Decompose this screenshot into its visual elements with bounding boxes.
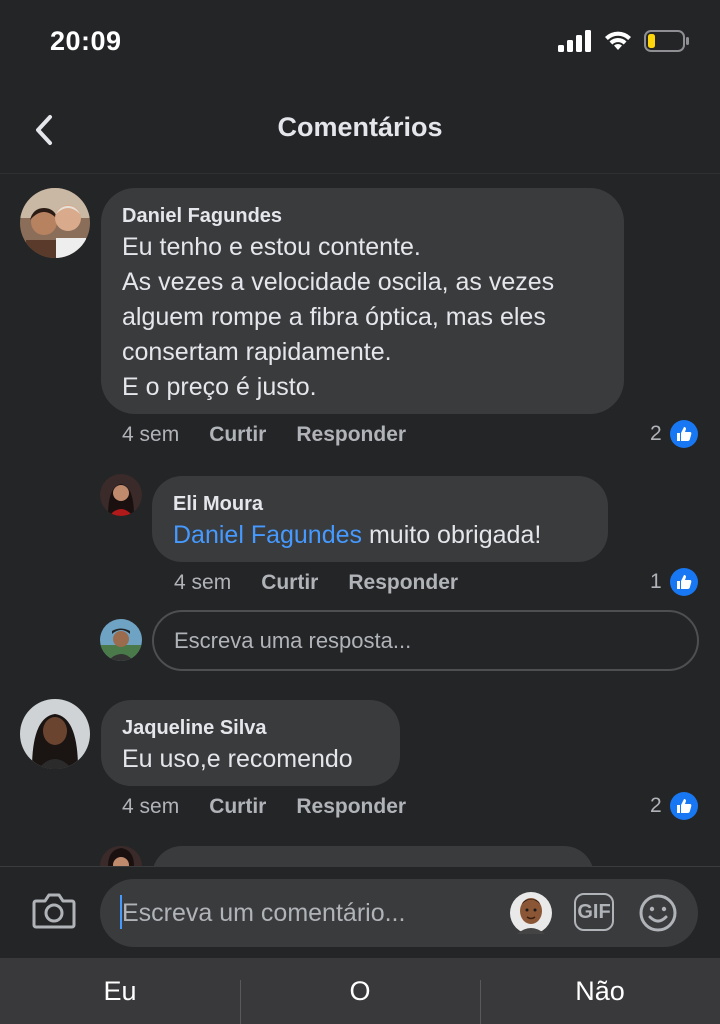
comment-author[interactable]: Jaqueline Silva — [122, 714, 379, 742]
suggestion-item[interactable]: Eu — [0, 958, 240, 1024]
keyboard-suggestions: Eu O Não — [0, 958, 720, 1024]
suggestion-item[interactable]: O — [240, 958, 480, 1024]
reply-input[interactable]: Escreva uma resposta... — [152, 610, 699, 671]
thumbs-up-icon — [669, 792, 698, 820]
battery-low-icon — [644, 30, 689, 52]
emoji-button[interactable] — [638, 893, 678, 938]
reply-button[interactable]: Responder — [296, 795, 406, 819]
like-count[interactable]: 1 — [650, 568, 698, 596]
like-button[interactable]: Curtir — [261, 571, 318, 595]
comment-bubble[interactable]: Jaqueline Silva Eu uso,e recomendo — [101, 700, 400, 786]
status-time: 20:09 — [50, 26, 122, 56]
avatar[interactable] — [20, 188, 90, 258]
like-button[interactable]: Curtir — [209, 423, 266, 447]
reply-button[interactable]: Responder — [348, 571, 458, 595]
reply-text: Daniel Fagundes muito obrigada! — [173, 518, 587, 553]
like-count-value: 1 — [650, 570, 662, 593]
reply-input-placeholder: Escreva uma resposta... — [174, 627, 412, 653]
wifi-icon — [605, 31, 631, 50]
comment-time: 4 sem — [122, 795, 180, 818]
comment-author[interactable]: Daniel Fagundes — [122, 202, 603, 230]
avatar[interactable] — [20, 699, 90, 769]
reply-bubble[interactable]: Eli Moura Daniel Fagundes muito obrigada… — [152, 476, 608, 562]
reply-time: 4 sem — [174, 571, 232, 594]
comment-meta: 4 sem Curtir Responder — [122, 423, 436, 447]
smiley-icon — [639, 894, 677, 932]
thumbs-up-icon — [669, 420, 698, 448]
memoji-icon — [510, 892, 552, 934]
like-count[interactable]: 2 — [650, 420, 698, 448]
memoji-button[interactable] — [510, 892, 552, 939]
comment-text: Eu tenho e estou contente. As vezes a ve… — [122, 233, 555, 401]
reply-author[interactable]: Eli Moura — [173, 490, 587, 518]
avatar[interactable] — [100, 846, 142, 866]
page-title: Comentários — [277, 112, 443, 142]
like-count[interactable]: 2 — [650, 792, 698, 820]
like-count-value: 2 — [650, 794, 662, 817]
header: Comentários — [0, 88, 720, 174]
comment-input[interactable]: Escreva um comentário... GIF — [100, 879, 698, 947]
like-count-value: 2 — [650, 422, 662, 445]
signal-icon — [558, 30, 591, 52]
comment-text: Eu uso,e recomendo — [122, 745, 353, 773]
suggestion-item[interactable]: Não — [480, 958, 720, 1024]
comment-time: 4 sem — [122, 423, 180, 446]
thumbs-up-icon — [669, 568, 698, 596]
comment-composer: Escreva um comentário... GIF — [0, 866, 720, 958]
reply-button[interactable]: Responder — [296, 423, 406, 447]
mention-link[interactable]: Daniel Fagundes — [173, 521, 362, 549]
comment-input-placeholder: Escreva um comentário... — [122, 899, 406, 927]
avatar[interactable] — [100, 474, 142, 516]
like-button[interactable]: Curtir — [209, 795, 266, 819]
camera-button[interactable] — [32, 891, 76, 936]
comment-bubble[interactable]: Daniel Fagundes Eu tenho e estou content… — [101, 188, 624, 414]
gif-button[interactable]: GIF — [574, 893, 614, 931]
current-user-avatar — [100, 619, 142, 661]
status-icons — [558, 30, 690, 52]
reply-meta: 4 sem Curtir Responder — [174, 571, 488, 595]
comment-meta: 4 sem Curtir Responder — [122, 795, 436, 819]
camera-icon — [32, 893, 76, 929]
status-bar: 20:09 — [0, 0, 720, 88]
reply-text-body: muito obrigada! — [362, 521, 542, 549]
